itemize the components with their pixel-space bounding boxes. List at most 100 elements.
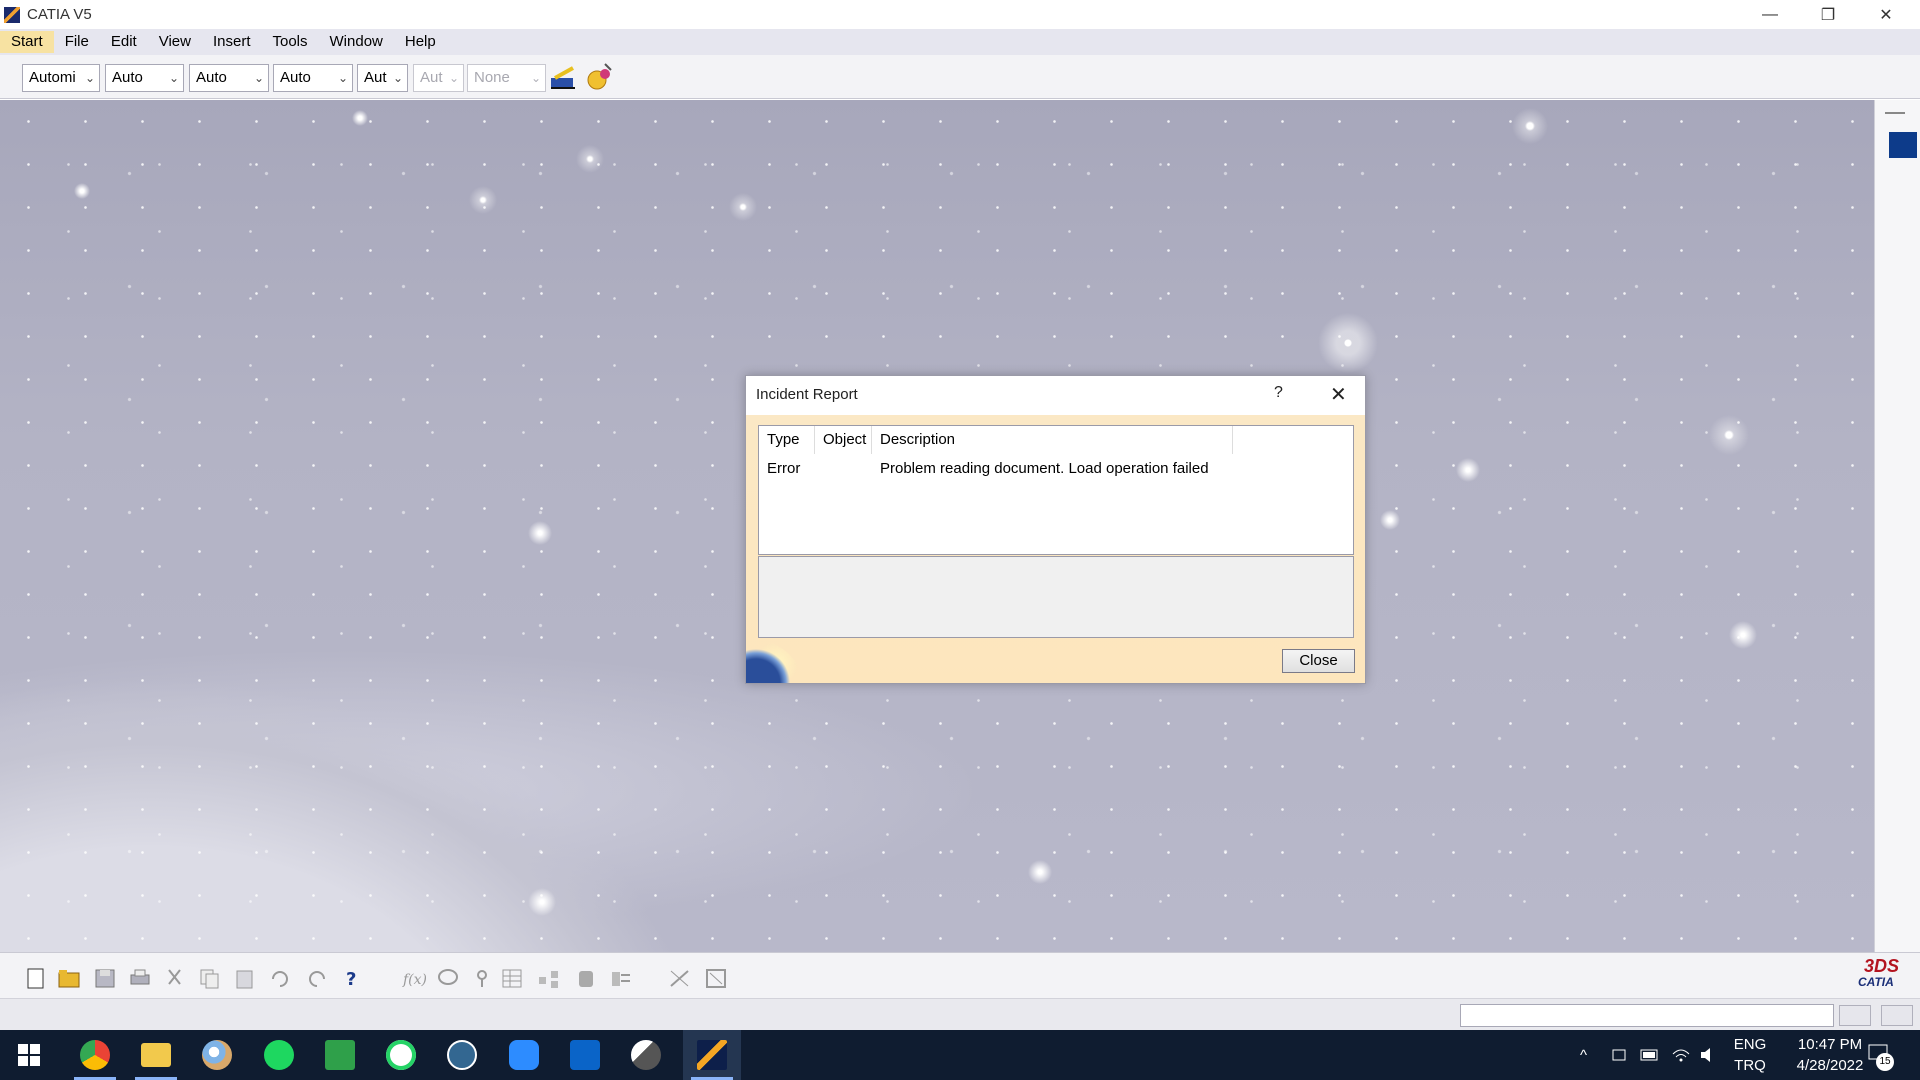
paintbrush-icon[interactable] bbox=[549, 64, 579, 92]
input-language[interactable]: ENG TRQ bbox=[1730, 1034, 1770, 1076]
combo-value: Automi bbox=[29, 69, 76, 86]
chrome-icon[interactable] bbox=[66, 1030, 124, 1080]
outlook-icon[interactable] bbox=[556, 1030, 614, 1080]
keyboard-layout: TRQ bbox=[1734, 1057, 1766, 1074]
formula-icon[interactable]: f(x) bbox=[402, 967, 426, 989]
dialog-titlebar: Incident Report ? ✕ bbox=[746, 376, 1365, 415]
column-header-type[interactable]: Type bbox=[759, 426, 815, 454]
window-titlebar: CATIA V5 — ❐ ✕ bbox=[0, 0, 1920, 29]
clock-time: 10:47 PM bbox=[1797, 1036, 1863, 1053]
inkscape-icon[interactable] bbox=[617, 1030, 675, 1080]
help-button[interactable]: ? bbox=[1274, 384, 1283, 402]
dialog-close-icon[interactable]: ✕ bbox=[1330, 382, 1347, 407]
fill-color-combo[interactable]: Automi ⌄ bbox=[22, 64, 100, 92]
chevron-down-icon: ⌄ bbox=[337, 71, 348, 85]
transparency-combo[interactable]: Auto ⌄ bbox=[189, 64, 269, 92]
chevron-down-icon: ⌄ bbox=[84, 71, 95, 85]
menu-tools[interactable]: Tools bbox=[261, 31, 318, 53]
whatsapp-icon[interactable] bbox=[372, 1030, 430, 1080]
volume-icon[interactable] bbox=[1699, 1045, 1719, 1065]
column-header-description[interactable]: Description bbox=[872, 426, 1233, 454]
standard-toolbar: ? f(x) 3DS CATIA bbox=[0, 952, 1920, 998]
battery-icon[interactable] bbox=[1640, 1048, 1660, 1062]
linetype-combo[interactable]: Aut ⌄ bbox=[357, 64, 408, 92]
product-structure-icon[interactable] bbox=[537, 967, 561, 989]
status-button-2[interactable] bbox=[1881, 1005, 1913, 1026]
globe-logo-icon bbox=[746, 638, 802, 683]
close-button[interactable]: Close bbox=[1282, 649, 1355, 673]
window-close-button[interactable]: ✕ bbox=[1857, 0, 1915, 29]
combo-value: Aut bbox=[420, 69, 443, 86]
wifi-icon[interactable] bbox=[1671, 1044, 1691, 1064]
menu-bar: Start File Edit View Insert Tools Window… bbox=[0, 29, 1920, 55]
catia-logo: 3DS CATIA bbox=[1858, 957, 1899, 989]
menu-view[interactable]: View bbox=[148, 31, 202, 53]
graphic-properties-toolbar: Automi ⌄ Auto ⌄ Auto ⌄ Auto ⌄ Aut ⌄ Aut ⌄ None… bbox=[0, 55, 1920, 99]
catia-icon[interactable] bbox=[683, 1030, 741, 1080]
chart-app-icon[interactable] bbox=[311, 1030, 369, 1080]
knowledge-icon[interactable] bbox=[470, 967, 494, 989]
menu-file[interactable]: File bbox=[54, 31, 100, 53]
chevron-down-icon: ⌄ bbox=[392, 71, 403, 85]
chevron-down-icon: ⌄ bbox=[168, 71, 179, 85]
restore-button[interactable]: ❐ bbox=[1799, 0, 1857, 29]
combo-value: Aut bbox=[364, 69, 387, 86]
menu-help[interactable]: Help bbox=[394, 31, 447, 53]
rendering-style-combo[interactable]: None ⌄ bbox=[467, 64, 546, 92]
postgresql-icon[interactable] bbox=[433, 1030, 491, 1080]
3ds-logo: 3DS bbox=[1864, 956, 1900, 976]
catia-app-icon bbox=[4, 6, 20, 23]
point-symbol-combo[interactable]: Aut ⌄ bbox=[413, 64, 464, 92]
paste-icon[interactable] bbox=[233, 967, 257, 989]
notification-badge: 15 bbox=[1876, 1053, 1894, 1071]
open-folder-icon[interactable] bbox=[57, 967, 81, 989]
table-icon[interactable] bbox=[500, 967, 524, 989]
zoom-icon[interactable] bbox=[495, 1030, 553, 1080]
catalog-icon[interactable] bbox=[574, 967, 598, 989]
comment-icon[interactable] bbox=[436, 967, 460, 989]
cell-description: Problem reading document. Load operation… bbox=[880, 460, 1209, 477]
menu-insert[interactable]: Insert bbox=[202, 31, 262, 53]
incident-list[interactable]: Type Object Description Error Problem re… bbox=[758, 425, 1354, 555]
undo-icon[interactable] bbox=[268, 967, 292, 989]
workbench-side-toolbar bbox=[1874, 100, 1920, 952]
line-color-combo[interactable]: Auto ⌄ bbox=[105, 64, 184, 92]
apply-material-icon[interactable] bbox=[585, 62, 615, 92]
print-icon[interactable] bbox=[128, 967, 152, 989]
copy-icon[interactable] bbox=[198, 967, 222, 989]
taskbar-clock[interactable]: 10:47 PM 4/28/2022 bbox=[1780, 1034, 1880, 1076]
menu-start[interactable]: Start bbox=[0, 31, 54, 53]
dialog-title: Incident Report bbox=[756, 386, 858, 403]
svg-text:f(x): f(x) bbox=[402, 972, 426, 988]
start-windows-icon[interactable] bbox=[0, 1030, 58, 1080]
chevron-down-icon: ⌄ bbox=[253, 71, 264, 85]
whats-this-help-icon[interactable]: ? bbox=[342, 967, 366, 989]
settings-icon[interactable] bbox=[609, 967, 633, 989]
fit-all-icon[interactable] bbox=[704, 967, 728, 989]
save-icon[interactable] bbox=[93, 967, 117, 989]
cut-icon[interactable] bbox=[163, 967, 187, 989]
minimize-button[interactable]: — bbox=[1741, 0, 1799, 29]
column-header-object[interactable]: Object bbox=[815, 426, 872, 454]
workbench-icon[interactable] bbox=[1889, 132, 1917, 158]
new-document-icon[interactable] bbox=[24, 967, 48, 989]
show-hidden-icons-icon[interactable]: ^ bbox=[1580, 1030, 1587, 1080]
spotify-icon[interactable] bbox=[250, 1030, 308, 1080]
meeting-icon[interactable] bbox=[1611, 1046, 1629, 1064]
paint-icon[interactable] bbox=[188, 1030, 246, 1080]
notification-center-icon[interactable]: 15 bbox=[1868, 1044, 1894, 1071]
menu-window[interactable]: Window bbox=[319, 31, 394, 53]
status-button-1[interactable] bbox=[1839, 1005, 1871, 1026]
line-thickness-combo[interactable]: Auto ⌄ bbox=[273, 64, 353, 92]
clock-date: 4/28/2022 bbox=[1796, 1057, 1864, 1074]
combo-value: None bbox=[474, 69, 510, 86]
redo-icon[interactable] bbox=[305, 967, 329, 989]
command-input[interactable] bbox=[1460, 1004, 1834, 1027]
menu-edit[interactable]: Edit bbox=[100, 31, 148, 53]
language-code: ENG bbox=[1733, 1036, 1767, 1053]
measure-icon[interactable] bbox=[668, 967, 692, 989]
windows-taskbar: ^ ENG TRQ 10:47 PM 4/28/2022 15 bbox=[0, 1030, 1920, 1080]
toolbar-grip bbox=[1885, 112, 1905, 114]
chevron-down-icon: ⌄ bbox=[530, 71, 541, 85]
file-explorer-icon[interactable] bbox=[127, 1030, 185, 1080]
